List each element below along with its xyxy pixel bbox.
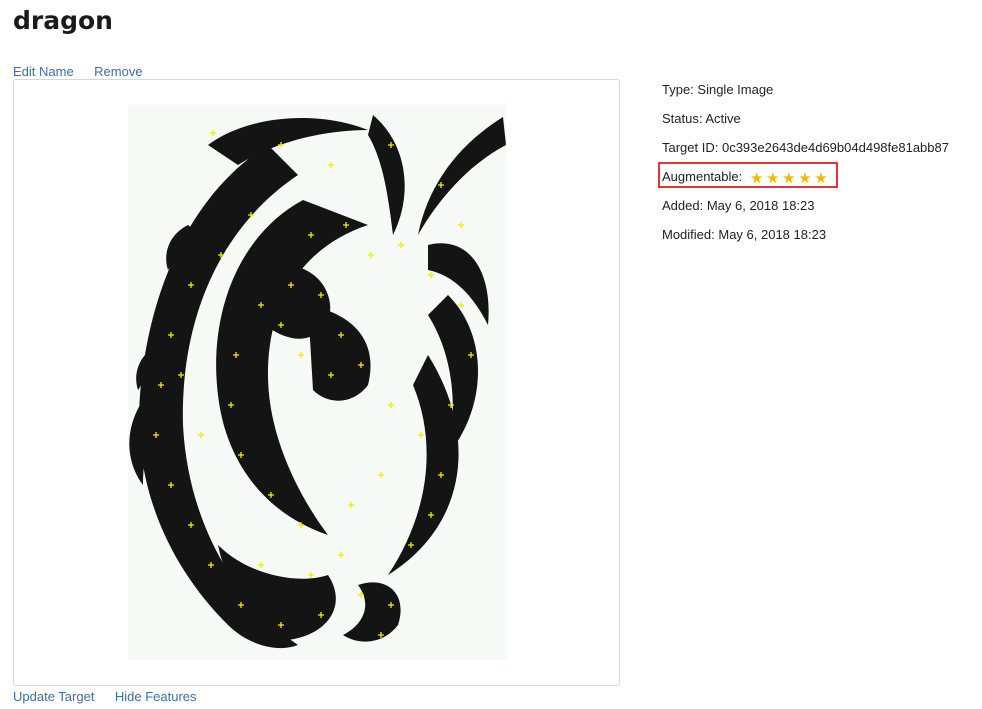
target-status: Status: Active (662, 111, 741, 126)
hide-features-link[interactable]: Hide Features (115, 689, 197, 704)
augmentable-rating-row: Augmentable: ★ ★ ★ ★ ★ (658, 162, 949, 197)
page-title: dragon (13, 6, 113, 35)
target-modified: Modified: May 6, 2018 18:23 (662, 227, 827, 242)
edit-name-link[interactable]: Edit Name (13, 64, 74, 79)
remove-link[interactable]: Remove (94, 64, 142, 79)
target-added: Added: May 6, 2018 18:23 (662, 198, 815, 213)
target-image-panel (13, 79, 620, 686)
target-type: Type: Single Image (662, 82, 774, 97)
update-target-link[interactable]: Update Target (13, 689, 94, 704)
augmentable-highlight-box (658, 162, 838, 188)
dragon-target-image (128, 105, 506, 660)
image-actions: Update Target Hide Features (13, 688, 213, 706)
target-info-panel: Type: Single Image Status: Active Target… (658, 81, 949, 255)
